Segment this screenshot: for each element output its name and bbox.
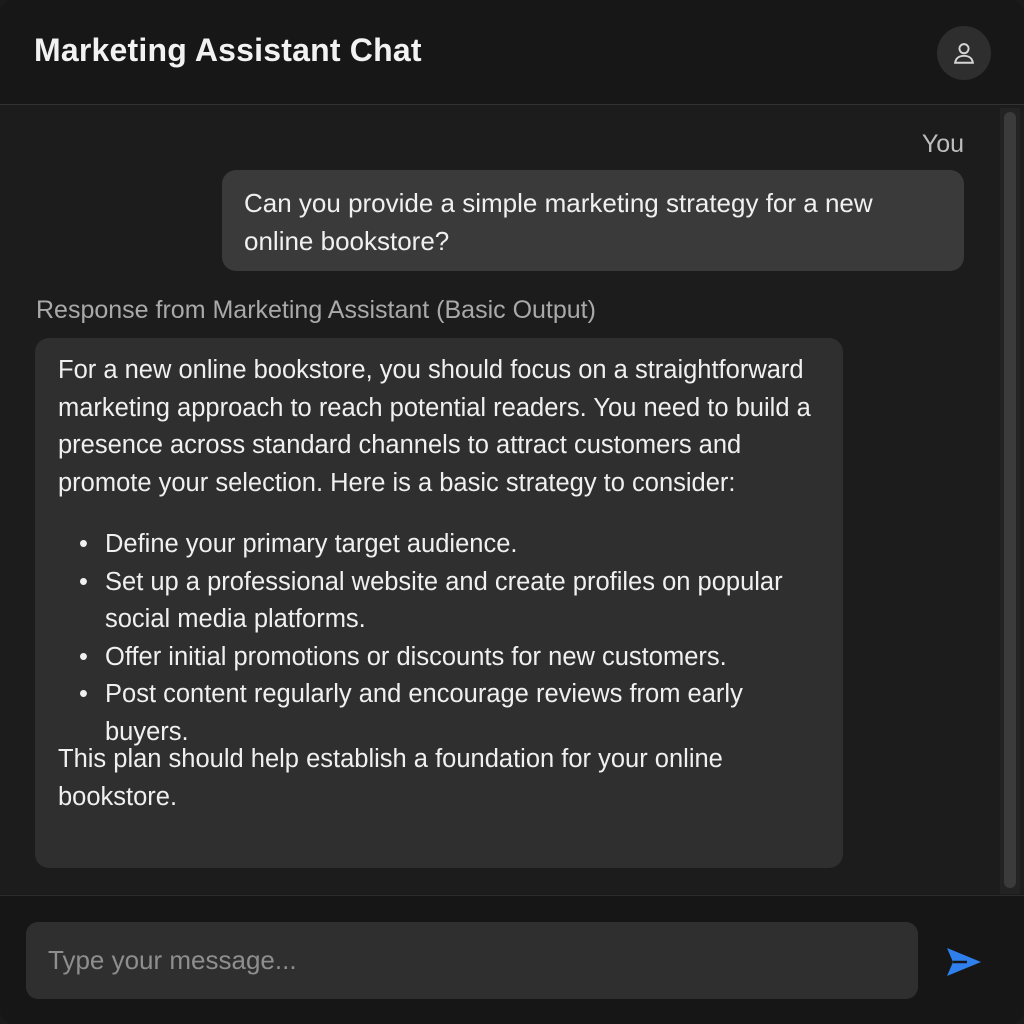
composer-bar [0, 895, 1024, 1024]
scrollbar-thumb[interactable] [1004, 112, 1016, 888]
send-button[interactable] [940, 938, 988, 986]
send-icon [947, 948, 981, 976]
bullet-icon: • [79, 642, 88, 671]
list-item-text: Offer initial promotions or discounts fo… [105, 642, 727, 671]
list-item: • Set up a professional website and creat… [58, 564, 821, 639]
message-input[interactable] [26, 922, 918, 999]
assistant-sender-label: Response from Marketing Assistant (Basic… [36, 296, 596, 324]
list-item: • Post content regularly and encourage re… [58, 676, 821, 751]
bullet-icon: • [79, 680, 88, 708]
assistant-outro-text: This plan should help establish a founda… [58, 745, 723, 811]
message-list[interactable]: You Can you provide a simple marketing s… [0, 106, 1024, 894]
profile-button[interactable] [937, 26, 991, 80]
scrollbar[interactable] [1000, 108, 1020, 894]
assistant-message-bubble: For a new online bookstore, you should f… [35, 338, 843, 868]
page-title: Marketing Assistant Chat [34, 32, 422, 68]
bullet-icon: • [79, 530, 88, 558]
header-bar: Marketing Assistant Chat [0, 0, 1024, 105]
user-sender-label: You [921, 130, 964, 158]
bullet-icon: • [79, 567, 88, 596]
chat-window: Marketing Assistant Chat You Can you pro… [0, 0, 1024, 1024]
user-message-text: Can you provide a simple marketing strat… [244, 188, 873, 256]
list-item-text: Set up a professional website and create… [105, 567, 783, 634]
strategy-list: • Define your primary target audience. • S… [58, 526, 821, 751]
list-item-text: Post content regularly and encourage rev… [105, 680, 743, 746]
list-item: • Define your primary target audience. [58, 526, 821, 564]
assistant-intro-text: For a new online bookstore, you should f… [58, 356, 811, 497]
user-icon [953, 43, 975, 64]
user-message-bubble: Can you provide a simple marketing strat… [222, 170, 964, 271]
list-item: • Offer initial promotions or discounts f… [58, 639, 821, 677]
list-item-text: Define your primary target audience. [105, 530, 518, 558]
